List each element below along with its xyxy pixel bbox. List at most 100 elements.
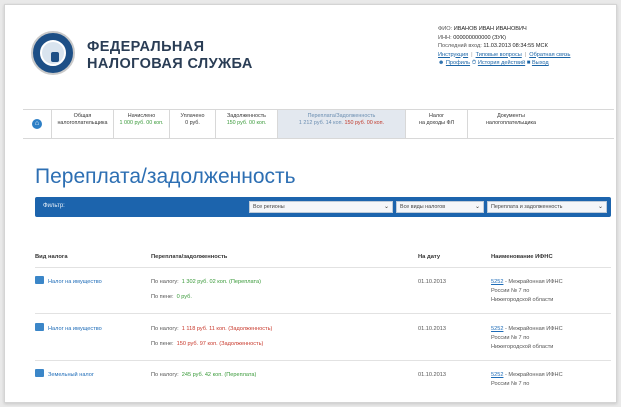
inspection-name: - Межрайонная ИФНС [503, 279, 563, 285]
inspection-code-link[interactable]: 5252 [491, 372, 503, 378]
column-header-tax-type[interactable]: Вид налога [35, 254, 68, 260]
inspection-name: - Межрайонная ИФНС [503, 372, 563, 378]
tab-overview[interactable]: Общая налогоплательщика [51, 110, 113, 138]
penalty-line-value: 150 руб. 97 коп. (Задолженность) [176, 341, 264, 347]
tab-label: Уплачено [180, 113, 205, 119]
inspection-region: Нижегородской области [491, 344, 554, 350]
tax-type-label: Земельный налог [48, 372, 94, 378]
balance-line-label: По налогу: [151, 326, 179, 332]
logout-link[interactable]: Выход [532, 60, 549, 66]
tab-label: Начислено [127, 113, 156, 119]
tab-sublabel: 1 212 руб. 14 коп. 150 руб. 00 коп. [281, 120, 402, 127]
chevron-down-icon: ⌄ [597, 204, 603, 210]
tab-sublabel: 150 руб. 00 коп. [226, 120, 267, 126]
tab-accrued[interactable]: Начислено 1 000 руб. 00 коп. [113, 110, 169, 138]
tax-type-link[interactable]: Земельный налог [35, 369, 94, 382]
fns-logo[interactable] [31, 31, 75, 75]
brand-line-1: ФЕДЕРАЛЬНАЯ [87, 39, 205, 55]
tab-label: Налог [428, 113, 445, 119]
page-frame: ФЕДЕРАЛЬНАЯ НАЛОГОВАЯ СЛУЖБА ФИО: ИВАНОВ… [4, 4, 617, 403]
tab-sublabel: налогоплательщика [485, 120, 537, 126]
balance-line-value: 245 руб. 42 коп. (Переплата) [181, 372, 257, 378]
page-title: Переплата/задолженность [35, 165, 296, 188]
faq-link[interactable]: Типовые вопросы [476, 52, 522, 58]
user-name-line: ФИО: ИВАНОВ ИВАН ИВАНОВИЧ [438, 25, 614, 34]
tax-type-select[interactable]: Все виды налогов ⌄ [396, 201, 484, 213]
balance-line-label: По налогу: [151, 279, 179, 285]
balance-line-value: 1 302 руб. 02 коп. (Переплата) [181, 279, 261, 285]
row-divider [35, 313, 611, 314]
property-tax-icon [35, 276, 44, 284]
penalty-line-label: По пене: [151, 294, 174, 300]
penalty-line-label: По пене: [151, 341, 174, 347]
user-inn-value: 000000000000 (ЗУК) [453, 34, 506, 41]
inspection-name: - Межрайонная ИФНС [503, 326, 563, 332]
logo-emblem [40, 40, 66, 66]
filter-bar: Фильтр: Все регионы ⌄ Все виды налогов ⌄… [35, 197, 611, 217]
balance-date: 01.10.2013 [418, 372, 446, 378]
tab-sublabel: 1 000 руб. 00 коп. [119, 120, 164, 126]
profile-link[interactable]: Профиль [446, 60, 470, 66]
exit-icon: ■ [526, 60, 531, 66]
inspection-code-link[interactable]: 5252 [491, 279, 503, 285]
tab-sublabel: налогоплательщика [57, 120, 108, 126]
tax-type-label: Налог на имущество [48, 279, 102, 285]
tax-type-select-value: Все виды налогов [400, 204, 446, 210]
inspection-info: 5252 - Межрайонная ИФНС России № 7 по Ни… [491, 278, 563, 305]
penalty-line-value: 0 руб. [176, 294, 192, 300]
balance-type-select[interactable]: Переплата и задолженность ⌄ [487, 201, 607, 213]
last-login-value: 11.03.2013 08:34:55 МСК [483, 43, 548, 49]
tab-home[interactable]: ⌂ [23, 110, 51, 138]
balance-line: По налогу: 1 302 руб. 02 коп. (Переплата) [151, 276, 261, 289]
last-login-label: Последний вход: [438, 43, 482, 49]
user-inn-line: ИНН: 000000000000 (ЗУК) [438, 34, 614, 43]
inspection-code-link[interactable]: 5252 [491, 326, 503, 332]
tab-paid[interactable]: Уплачено 0 руб. [169, 110, 215, 138]
tab-label: Задолженность [227, 113, 266, 119]
feedback-link[interactable]: Обратная связь [529, 52, 570, 58]
inspection-name-2: России № 7 по [491, 381, 530, 387]
instructions-link[interactable]: Инструкция [438, 52, 468, 58]
row-divider [35, 360, 611, 361]
column-header-inspection[interactable]: Наименование ИФНС [491, 254, 553, 260]
balance-type-select-value: Переплата и задолженность [491, 204, 563, 210]
column-header-date[interactable]: На дату [418, 254, 440, 260]
main-tabs: ⌂ Общая налогоплательщика Начислено 1 00… [23, 109, 614, 139]
account-links: ☻ Профиль ⏱ История действий ■ Выход [438, 59, 614, 68]
column-header-balance[interactable]: Переплата/задолженность [151, 254, 227, 260]
tab-debt-amount: 150 руб. 00 коп. [344, 120, 385, 126]
tab-label: Документы [497, 113, 525, 119]
header-divider [35, 267, 611, 268]
user-name-value: ИВАНОВ ИВАН ИВАНОВИЧ [453, 26, 527, 32]
balance-line-value: 1 118 руб. 11 коп. (Задолженность) [181, 326, 273, 332]
balance-line: По налогу: 1 118 руб. 11 коп. (Задолженно… [151, 323, 272, 336]
inspection-info: 5252 - Межрайонная ИФНС России № 7 по Ни… [491, 325, 563, 352]
tab-income-tax[interactable]: Налог на доходы ФЛ [405, 110, 467, 138]
user-panel: ФИО: ИВАНОВ ИВАН ИВАНОВИЧ ИНН: 000000000… [438, 25, 614, 68]
inspection-name-2: России № 7 по [491, 288, 530, 294]
balance-date: 01.10.2013 [418, 279, 446, 285]
tax-type-link[interactable]: Налог на имущество [35, 276, 102, 289]
balance-date: 01.10.2013 [418, 326, 446, 332]
property-tax-icon [35, 323, 44, 331]
history-link[interactable]: История действий [478, 60, 525, 66]
balance-line: По налогу: 245 руб. 42 коп. (Переплата) [151, 369, 256, 382]
tab-documents[interactable]: Документы налогоплательщика [467, 110, 554, 138]
user-inn-label: ИНН: [438, 34, 452, 41]
inspection-info: 5252 - Межрайонная ИФНС России № 7 по [491, 371, 563, 389]
region-select[interactable]: Все регионы ⌄ [249, 201, 393, 213]
balance-line-label: По налогу: [151, 372, 179, 378]
chevron-down-icon: ⌄ [383, 204, 389, 210]
tab-sublabel: на доходы ФЛ [418, 120, 455, 126]
brand-line-2: НАЛОГОВАЯ СЛУЖБА [87, 56, 253, 72]
tax-type-link[interactable]: Налог на имущество [35, 323, 102, 336]
home-icon: ⌂ [32, 119, 42, 129]
chevron-down-icon: ⌄ [474, 204, 480, 210]
inspection-region: Нижегородской области [491, 297, 554, 303]
tab-overpayment-debt[interactable]: Переплата/Задолженность 1 212 руб. 14 ко… [277, 110, 405, 138]
tab-debt[interactable]: Задолженность 150 руб. 00 коп. [215, 110, 277, 138]
user-name-label: ФИО: [438, 26, 453, 32]
tab-overpayment-amount: 1 212 руб. 14 коп. [298, 120, 343, 126]
land-tax-icon [35, 369, 44, 377]
last-login-line: Последний вход: 11.03.2013 08:34:55 МСК [438, 42, 614, 51]
